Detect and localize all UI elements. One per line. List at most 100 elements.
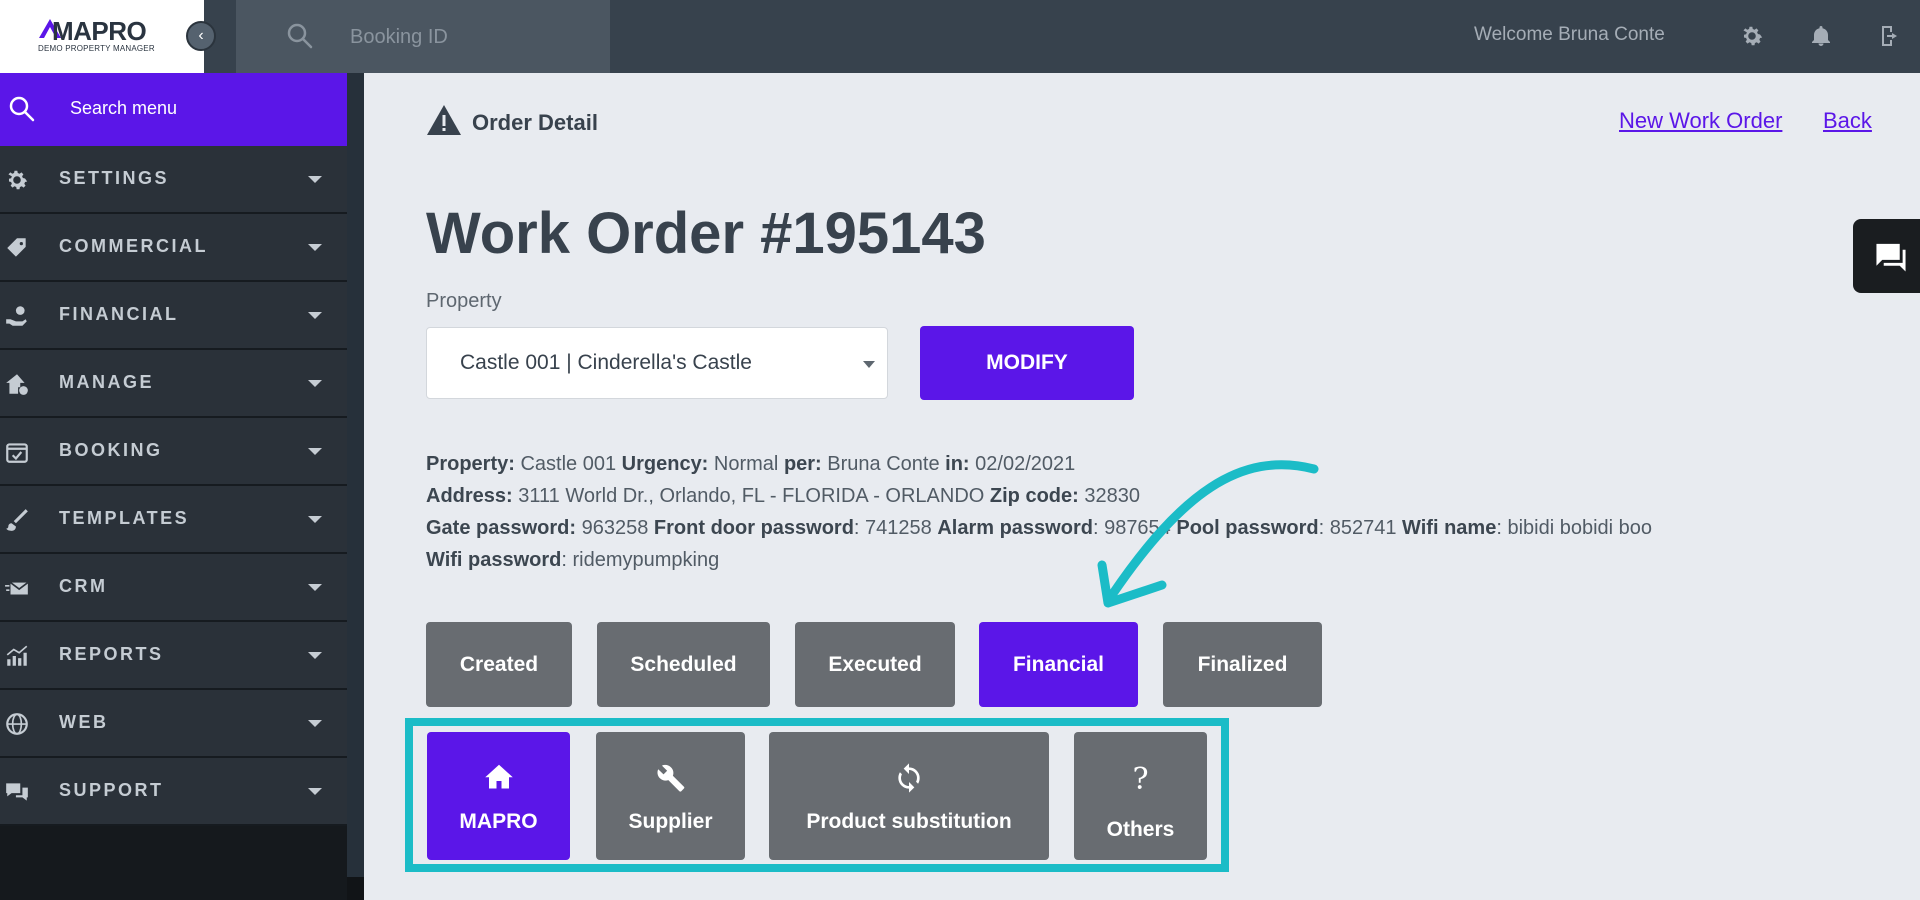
order-detail-header: Order Detail: [426, 104, 598, 141]
details-line: Wifi password: ridemypumpking: [426, 544, 1652, 576]
sidebar-item-commercial[interactable]: COMMERCIAL: [0, 214, 347, 282]
collapse-sidebar-button[interactable]: ‹: [186, 21, 216, 51]
sidebar-item-label: TEMPLATES: [59, 508, 190, 528]
booking-id-input[interactable]: [348, 18, 592, 56]
question-icon: ?: [1132, 762, 1149, 797]
caret-down-icon: [308, 652, 322, 659]
logo-name: MAPRO: [52, 16, 147, 46]
caret-down-icon: [308, 244, 322, 251]
logo-tagline: DEMO PROPERTY MANAGER: [38, 44, 155, 53]
envelope-icon: [5, 581, 29, 595]
details-line: Gate password: 963258 Front door passwor…: [426, 512, 1652, 544]
property-select[interactable]: Castle 001 | Cinderella's Castle: [426, 327, 888, 399]
caret-down-icon: [308, 720, 322, 727]
category-label: Product substitution: [806, 810, 1012, 833]
tag-icon: [7, 238, 26, 257]
detail-value: 963258: [581, 517, 649, 539]
refresh-icon: [769, 762, 1049, 794]
house-gear-icon: [6, 374, 28, 395]
sidebar-item-manage[interactable]: MANAGE: [0, 350, 347, 418]
chat-widget-button[interactable]: [1853, 219, 1920, 293]
property-label: Property: [426, 290, 502, 312]
sidebar-item-web[interactable]: WEB: [0, 690, 347, 758]
category-product-substitution-button[interactable]: Product substitution: [769, 732, 1049, 860]
scrollbar-end: [347, 877, 364, 900]
detail-key: in:: [945, 453, 970, 475]
detail-value: 02/02/2021: [975, 453, 1076, 475]
category-others-button[interactable]: ? Others: [1074, 732, 1207, 860]
caret-down-icon: [308, 312, 322, 319]
warning-icon: [427, 105, 461, 135]
category-label: Supplier: [628, 810, 713, 833]
detail-key: Property:: [426, 453, 515, 475]
caret-down-icon: [308, 584, 322, 591]
sidebar-item-label: MANAGE: [59, 372, 154, 392]
detail-value: Castle 001: [520, 453, 617, 475]
detail-key: Gate password:: [426, 517, 577, 539]
tab-executed[interactable]: Executed: [795, 622, 955, 707]
caret-down-icon: [308, 516, 322, 523]
chart-icon: [6, 645, 28, 666]
sidebar-item-support[interactable]: SUPPORT: [0, 758, 347, 826]
tab-finalized[interactable]: Finalized: [1163, 622, 1322, 707]
new-work-order-link[interactable]: New Work Order: [1619, 108, 1782, 134]
back-link[interactable]: Back: [1823, 108, 1872, 134]
settings-button[interactable]: [1738, 22, 1766, 50]
notifications-button[interactable]: [1807, 22, 1835, 50]
sidebar-item-reports[interactable]: REPORTS: [0, 622, 347, 690]
tab-created[interactable]: Created: [426, 622, 572, 707]
detail-value: Normal: [713, 453, 779, 475]
sidebar-item-label: SETTINGS: [59, 168, 170, 188]
detail-key: Front door password: [653, 517, 854, 539]
gear-icon: [1743, 26, 1763, 46]
detail-value: Bruna Conte: [827, 453, 940, 475]
detail-key: Wifi name: [1402, 517, 1497, 539]
welcome-text: Welcome Bruna Conte: [1474, 24, 1665, 45]
gear-icon: [8, 170, 28, 190]
detail-value: : 741258: [853, 517, 932, 539]
tab-financial[interactable]: Financial: [979, 622, 1138, 707]
caret-down-icon: [308, 176, 322, 183]
modify-button[interactable]: MODIFY: [920, 326, 1134, 400]
detail-value: : 852741: [1318, 517, 1397, 539]
calendar-check-icon: [6, 443, 28, 463]
sidebar-item-settings[interactable]: SETTINGS: [0, 146, 347, 214]
bell-icon: [1812, 26, 1830, 46]
tab-scheduled[interactable]: Scheduled: [597, 622, 770, 707]
sidebar-item-label: WEB: [59, 712, 109, 732]
caret-down-icon: [308, 380, 322, 387]
sidebar-search[interactable]: Search menu: [0, 73, 347, 146]
order-details: Property: Castle 001 Urgency: Normal per…: [426, 448, 1652, 576]
money-hand-icon: [6, 306, 27, 326]
caret-down-icon: [308, 448, 322, 455]
booking-search: [236, 0, 610, 73]
sidebar-item-financial[interactable]: FINANCIAL: [0, 282, 347, 350]
details-line: Property: Castle 001 Urgency: Normal per…: [426, 448, 1652, 480]
category-supplier-button[interactable]: Supplier: [596, 732, 745, 860]
sidebar-item-label: CRM: [59, 576, 108, 596]
section-title: Order Detail: [472, 110, 598, 135]
sidebar: Search menu SETTINGS COMMERCIAL FINANCIA…: [0, 73, 347, 900]
sidebar-scrollbar[interactable]: [347, 73, 364, 900]
wrench-icon: [596, 762, 745, 794]
property-select-value: Castle 001 | Cinderella's Castle: [460, 351, 752, 374]
sidebar-item-templates[interactable]: TEMPLATES: [0, 486, 347, 554]
sidebar-item-crm[interactable]: CRM: [0, 554, 347, 622]
logo[interactable]: MAPRO DEMO PROPERTY MANAGER: [0, 0, 204, 73]
search-icon: [287, 23, 313, 49]
sidebar-item-label: REPORTS: [59, 644, 164, 664]
chat-bubbles-icon: [6, 783, 28, 801]
caret-down-icon: [863, 361, 875, 368]
sidebar-item-booking[interactable]: BOOKING: [0, 418, 347, 486]
detail-value: : ridemypumpking: [561, 549, 720, 571]
category-mapro-button[interactable]: MAPRO: [427, 732, 570, 860]
category-label: MAPRO: [459, 810, 538, 833]
annotation-arrow: [1097, 460, 1319, 608]
category-label: Others: [1106, 818, 1175, 841]
page-title: Work Order #195143: [426, 201, 986, 266]
chat-icon: [1876, 243, 1906, 272]
logout-button[interactable]: [1876, 22, 1904, 50]
search-icon: [9, 96, 35, 122]
chevron-left-icon: ‹: [198, 27, 204, 44]
brush-icon: [6, 509, 28, 531]
